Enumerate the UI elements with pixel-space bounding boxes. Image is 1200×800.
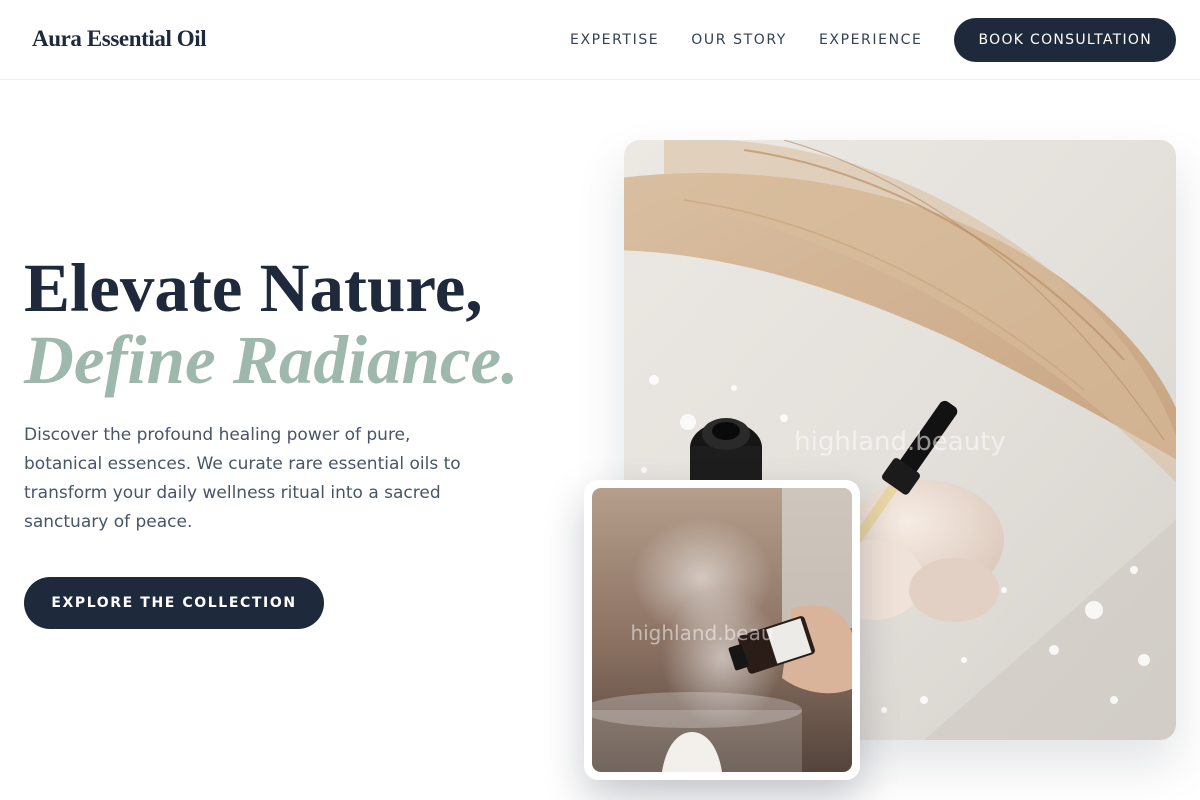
inset-watermark: highland.beau (630, 621, 773, 645)
inset-image-card: highland.beau (584, 480, 860, 780)
nav-link-experience[interactable]: EXPERIENCE (819, 32, 923, 48)
hero-title-line-2: Define Radiance. (24, 322, 519, 398)
hero-title: Elevate Nature, Define Radiance. (24, 252, 518, 396)
explore-collection-button[interactable]: EXPLORE THE COLLECTION (24, 577, 324, 629)
hero-description: Discover the profound healing power of p… (24, 425, 461, 532)
nav-link-our-story[interactable]: OUR STORY (691, 32, 787, 48)
book-consultation-button[interactable]: BOOK CONSULTATION (954, 18, 1176, 62)
image-watermark: highland.beauty (794, 427, 1006, 457)
site-header: Aura Essential Oil EXPERTISE OUR STORY E… (0, 0, 1200, 80)
nav-link-expertise[interactable]: EXPERTISE (570, 32, 659, 48)
diffuser-image: highland.beau (592, 488, 852, 772)
main-nav: EXPERTISE OUR STORY EXPERIENCE BOOK CONS… (570, 18, 1176, 62)
glass-diffuser (592, 692, 802, 772)
hero-title-line-1: Elevate Nature, (24, 250, 483, 326)
brand-logo[interactable]: Aura Essential Oil (32, 26, 207, 52)
